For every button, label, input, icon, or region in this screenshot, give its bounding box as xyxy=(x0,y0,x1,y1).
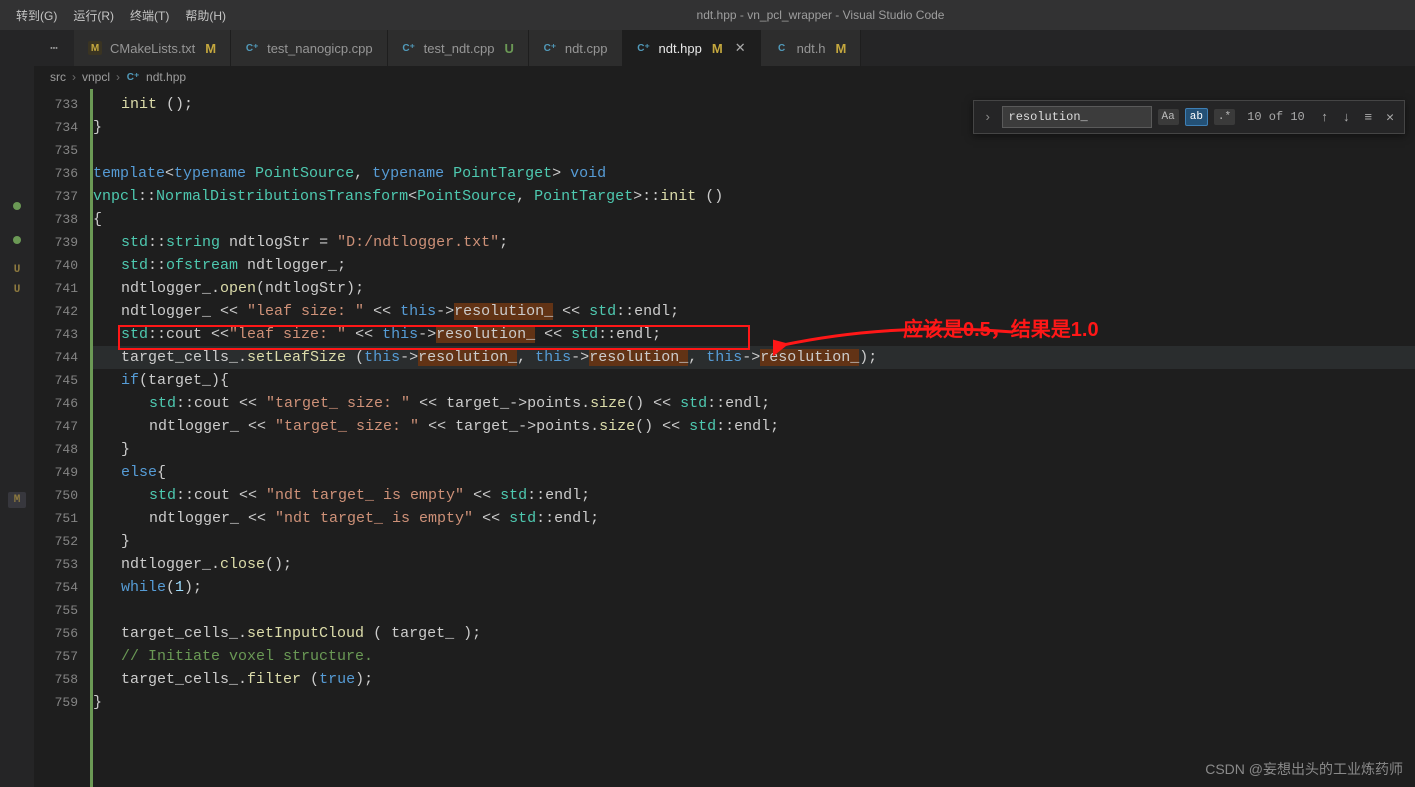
tab-test-nanogicp[interactable]: C⁺ test_nanogicp.cpp xyxy=(231,30,388,66)
tab-label: CMakeLists.txt xyxy=(110,41,195,56)
annotation-text: 应该是0.5，结果是1.0 xyxy=(903,313,1099,342)
modified-dot-icon xyxy=(13,236,21,244)
tab-ndt-cpp[interactable]: C⁺ ndt.cpp xyxy=(529,30,623,66)
tab-test-ndt[interactable]: C⁺ test_ndt.cpp U xyxy=(388,30,529,66)
menu-run[interactable]: 运行(R) xyxy=(65,7,122,24)
code-editor[interactable]: init (); } template<typename PointSource… xyxy=(93,89,1415,787)
close-icon[interactable]: ✕ xyxy=(1382,110,1398,125)
tab-ndt-hpp[interactable]: C⁺ ndt.hpp M ✕ xyxy=(623,30,761,66)
chevron-right-icon: › xyxy=(72,70,76,84)
editor-area: ⋯ M CMakeLists.txt M C⁺ test_nanogicp.cp… xyxy=(34,30,1415,787)
file-icon: C⁺ xyxy=(543,41,557,55)
git-status-U: U xyxy=(14,264,21,276)
main-row: U U M ⋯ M CMakeLists.txt M C⁺ test_nanog… xyxy=(0,30,1415,787)
menu-help[interactable]: 帮助(H) xyxy=(177,7,234,24)
next-match-icon[interactable]: ↓ xyxy=(1339,110,1355,125)
badge-untracked: U xyxy=(504,41,513,56)
tab-ndt-h[interactable]: C ndt.h M xyxy=(761,30,862,66)
badge-modified: M xyxy=(836,41,847,56)
find-input[interactable] xyxy=(1002,106,1152,128)
match-case-toggle[interactable]: Aa xyxy=(1158,109,1179,125)
file-icon: C⁺ xyxy=(402,41,416,55)
explorer-gutter: U U M xyxy=(0,30,34,787)
tab-label: ndt.h xyxy=(797,41,826,56)
line-number-gutter: 7337347357367377387397407417427437447457… xyxy=(34,89,90,787)
find-in-selection-icon[interactable]: ≡ xyxy=(1360,110,1376,125)
file-icon: C⁺ xyxy=(245,41,259,55)
badge-modified: M xyxy=(712,41,723,56)
whole-word-toggle[interactable]: ab xyxy=(1185,108,1208,126)
menu-goto[interactable]: 转到(G) xyxy=(8,7,65,24)
tab-label: test_nanogicp.cpp xyxy=(267,41,373,56)
breadcrumb-seg[interactable]: src xyxy=(50,70,66,84)
code-wrap: 7337347357367377387397407417427437447457… xyxy=(34,89,1415,787)
tab-label: test_ndt.cpp xyxy=(424,41,495,56)
chevron-right-icon[interactable]: › xyxy=(980,110,996,125)
modified-dot-icon xyxy=(13,202,21,210)
find-count: 10 of 10 xyxy=(1241,110,1311,124)
file-icon: C xyxy=(775,41,789,55)
menu-terminal[interactable]: 终端(T) xyxy=(122,7,177,24)
file-icon: C⁺ xyxy=(126,70,140,84)
find-widget[interactable]: › Aa ab .* 10 of 10 ↑ ↓ ≡ ✕ xyxy=(973,100,1405,134)
more-icon[interactable]: ⋯ xyxy=(34,30,74,66)
regex-toggle[interactable]: .* xyxy=(1214,109,1235,125)
git-status-U: U xyxy=(14,284,21,296)
window-title: ndt.hpp - vn_pcl_wrapper - Visual Studio… xyxy=(234,8,1407,22)
file-icon: C⁺ xyxy=(637,41,651,55)
prev-match-icon[interactable]: ↑ xyxy=(1317,110,1333,125)
tab-label: ndt.hpp xyxy=(659,41,702,56)
breadcrumb-seg[interactable]: vnpcl xyxy=(82,70,110,84)
menu-bar: 转到(G) 运行(R) 终端(T) 帮助(H) ndt.hpp - vn_pcl… xyxy=(0,0,1415,30)
close-icon[interactable]: ✕ xyxy=(735,40,746,56)
tab-cmakelists[interactable]: M CMakeLists.txt M xyxy=(74,30,231,66)
tabs-row: ⋯ M CMakeLists.txt M C⁺ test_nanogicp.cp… xyxy=(34,30,1415,66)
breadcrumb-seg[interactable]: ndt.hpp xyxy=(146,70,186,84)
chevron-right-icon: › xyxy=(116,70,120,84)
git-status-M: M xyxy=(8,492,27,508)
watermark: CSDN @妄想出头的工业炼药师 xyxy=(1205,759,1403,779)
breadcrumb[interactable]: src › vnpcl › C⁺ ndt.hpp xyxy=(34,66,1415,89)
file-icon: M xyxy=(88,41,102,55)
tab-label: ndt.cpp xyxy=(565,41,608,56)
badge-modified: M xyxy=(205,41,216,56)
